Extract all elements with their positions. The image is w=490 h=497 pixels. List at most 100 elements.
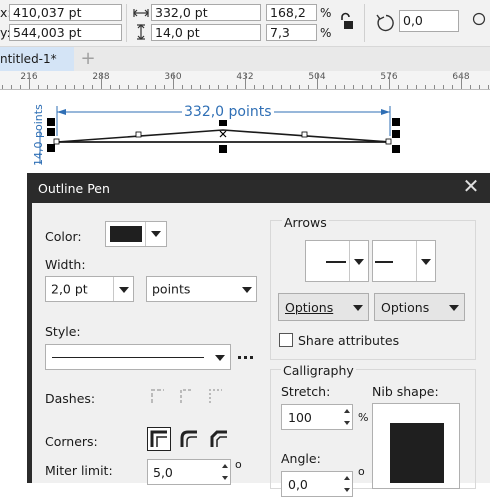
ruler-tick [362, 85, 363, 89]
angle-label: Angle: [281, 451, 321, 466]
ruler-tick [101, 73, 102, 89]
add-tab-button[interactable]: + [78, 50, 98, 68]
ruler-tick [236, 85, 237, 89]
ruler-tick [263, 85, 264, 89]
ruler-tick [200, 85, 201, 89]
object-width-field[interactable]: 332,0 pt [151, 4, 261, 21]
end-arrow-select[interactable] [372, 240, 436, 282]
ruler-tick [479, 85, 480, 89]
miter-corner-button[interactable] [147, 427, 171, 451]
percent-sign: % [320, 6, 332, 20]
ruler-tick [452, 85, 453, 89]
ruler-tick [56, 85, 57, 89]
ruler-tick [353, 85, 354, 89]
ruler-tick [380, 85, 381, 89]
outline-pen-dialog: Outline Pen ✕ Color: Width: 2,0 pt point… [27, 173, 490, 497]
color-label: Color: [45, 229, 82, 244]
ruler-tick [65, 85, 66, 89]
ruler-tick [155, 85, 156, 89]
selection-handle [47, 128, 55, 136]
stretch-input[interactable]: 100 [281, 404, 353, 430]
ruler-tick [209, 85, 210, 89]
lock-ratio-icon[interactable] [339, 12, 355, 32]
degree-circle-icon [472, 12, 486, 26]
ruler-tick [164, 85, 165, 89]
nib-shape-preview[interactable] [372, 403, 460, 489]
selection-handle [47, 118, 55, 126]
ruler-tick [290, 85, 291, 89]
document-tab[interactable]: ntitled-1* [0, 47, 74, 71]
dimension-arrow-right [381, 109, 390, 115]
ruler-tick [443, 85, 444, 89]
scale-width-field[interactable]: 168,2 [266, 4, 317, 21]
ruler-tick [416, 85, 417, 89]
chevron-down-icon [242, 287, 252, 293]
dash-options-icon[interactable] [150, 387, 230, 405]
ruler-tick [389, 73, 390, 89]
chevron-down-icon [151, 231, 161, 237]
ruler-tick [245, 73, 246, 89]
separator [364, 4, 365, 42]
node-point [53, 138, 60, 145]
start-arrow-select[interactable] [305, 240, 369, 282]
close-icon[interactable]: ✕ [461, 176, 481, 196]
color-picker[interactable] [105, 221, 167, 247]
y-position-field[interactable]: 544,003 pt [9, 24, 122, 41]
rotation-icon [376, 14, 394, 32]
ruler-tick [173, 73, 174, 89]
ruler-tick [281, 85, 282, 89]
ruler-tick [29, 73, 30, 89]
selection-handle [392, 130, 400, 138]
chevron-down-icon [119, 287, 129, 293]
selection-handle [392, 118, 400, 126]
ruler-tick [47, 85, 48, 89]
angle-input[interactable]: 0,0 [281, 471, 353, 497]
arrow-options-start-button[interactable]: Options [278, 293, 369, 321]
round-corner-icon[interactable] [178, 428, 200, 450]
line-style-select[interactable] [45, 344, 231, 370]
object-height-field[interactable]: 14,0 pt [151, 24, 261, 41]
ruler-tick [137, 85, 138, 89]
ruler-tick [74, 85, 75, 89]
dashes-label: Dashes: [45, 391, 96, 406]
ruler-tick [110, 85, 111, 89]
ruler-tick [407, 85, 408, 89]
dialog-title: Outline Pen [38, 181, 110, 196]
property-bar: x: 410,037 pt y: 544,003 pt 332,0 pt 14,… [0, 0, 490, 47]
nib-square-icon [390, 423, 444, 483]
ruler-tick [20, 85, 21, 89]
share-attributes-checkbox[interactable] [279, 333, 293, 347]
nib-shape-label: Nib shape: [372, 384, 439, 399]
scale-height-field[interactable]: 7,3 [266, 24, 317, 41]
bevel-corner-icon[interactable] [208, 428, 230, 450]
ruler-tick [308, 85, 309, 89]
miter-limit-input[interactable]: 5,0 [147, 459, 231, 485]
x-position-field[interactable]: 410,037 pt [9, 4, 122, 21]
stretch-label: Stretch: [281, 384, 331, 399]
ruler-tick [299, 85, 300, 89]
ruler-tick [371, 85, 372, 89]
corners-label: Corners: [45, 434, 98, 449]
triangle-shape [56, 129, 391, 143]
ruler-tick [11, 85, 12, 89]
calligraphy-title: Calligraphy [281, 363, 356, 378]
rotation-angle-field[interactable]: 0,0 [399, 10, 459, 32]
ruler-tick [317, 73, 318, 89]
horizontal-ruler[interactable]: 216288360432504576648 [0, 71, 490, 90]
ruler-tick [434, 85, 435, 89]
ruler-tick [227, 85, 228, 89]
more-styles-icon[interactable] [238, 356, 255, 359]
solid-line-preview [52, 357, 204, 358]
units-select[interactable]: points [146, 276, 257, 302]
degree-symbol: o [235, 458, 242, 471]
arrow-options-end-button[interactable]: Options [374, 293, 465, 321]
percent-sign: % [320, 26, 332, 40]
ruler-tick [254, 85, 255, 89]
width-select[interactable]: 2,0 pt [45, 276, 134, 302]
height-dimension-label: 14,0 points [32, 104, 45, 166]
miter-limit-label: Miter limit: [45, 463, 113, 478]
selection-handle [392, 145, 400, 153]
selection-handle [219, 145, 227, 153]
object-width-icon [133, 9, 149, 17]
document-tab-bar: ntitled-1* + [0, 47, 490, 71]
